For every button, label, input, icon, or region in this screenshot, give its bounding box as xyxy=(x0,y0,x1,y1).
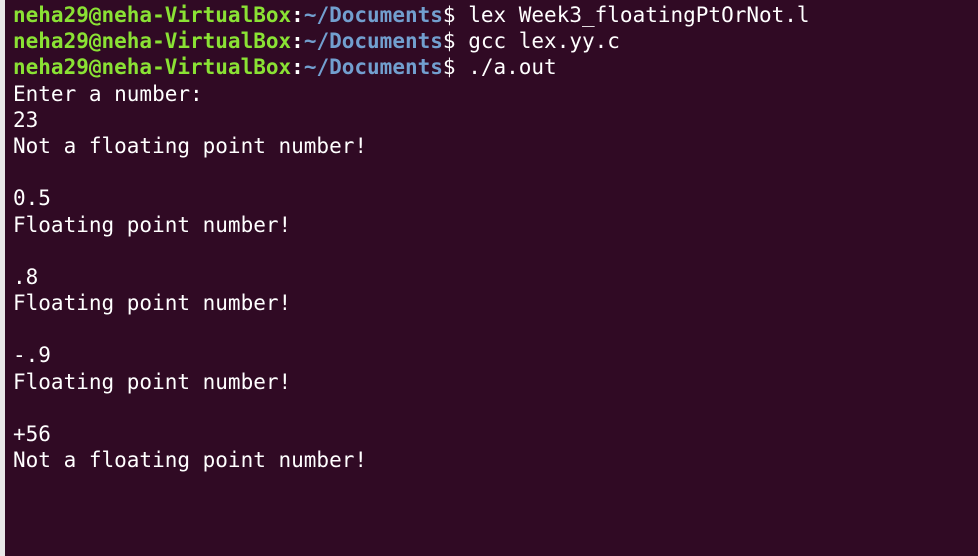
prompt-user-host: neha29@neha-VirtualBox xyxy=(13,29,292,54)
prompt-path: ~/Documents xyxy=(303,3,443,27)
terminal-window[interactable]: neha29@neha-VirtualBox:~/Documents$ lex … xyxy=(0,0,978,556)
output-line: Enter a number: xyxy=(13,81,203,106)
output-line: Floating point number! xyxy=(13,369,292,394)
output-line: -.9 xyxy=(13,343,51,368)
output-line: Not a floating point number! xyxy=(13,133,368,158)
command-text: lex Week3_floatingPtOrNot.l xyxy=(468,3,810,27)
command-line-2: neha29@neha-VirtualBox:~/Documents$ gcc … xyxy=(13,28,978,54)
prompt-separator: : xyxy=(291,29,304,54)
output-line: 23 xyxy=(13,107,39,132)
prompt-separator: : xyxy=(291,55,304,80)
output-line: Not a floating point number! xyxy=(13,448,368,473)
command-line-1: neha29@neha-VirtualBox:~/Documents$ lex … xyxy=(13,2,978,28)
prompt-symbol: $ xyxy=(442,55,456,80)
command-line-3: neha29@neha-VirtualBox:~/Documents$ ./a.… xyxy=(13,54,978,80)
prompt-path: ~/Documents xyxy=(303,29,443,54)
output-line: Floating point number! xyxy=(13,212,292,237)
prompt-symbol: $ xyxy=(442,29,456,54)
output-line: 0.5 xyxy=(13,186,51,211)
command-text: gcc lex.yy.c xyxy=(468,29,620,54)
prompt-path: ~/Documents xyxy=(303,55,443,80)
output-line: Floating point number! xyxy=(13,291,292,316)
prompt-symbol: $ xyxy=(442,3,456,27)
prompt-user-host: neha29@neha-VirtualBox xyxy=(13,55,292,80)
output-line: +56 xyxy=(13,422,51,446)
prompt-separator: : xyxy=(291,3,304,27)
output-line: .8 xyxy=(13,264,39,289)
prompt-user-host: neha29@neha-VirtualBox xyxy=(13,3,292,27)
command-text: ./a.out xyxy=(468,55,557,80)
